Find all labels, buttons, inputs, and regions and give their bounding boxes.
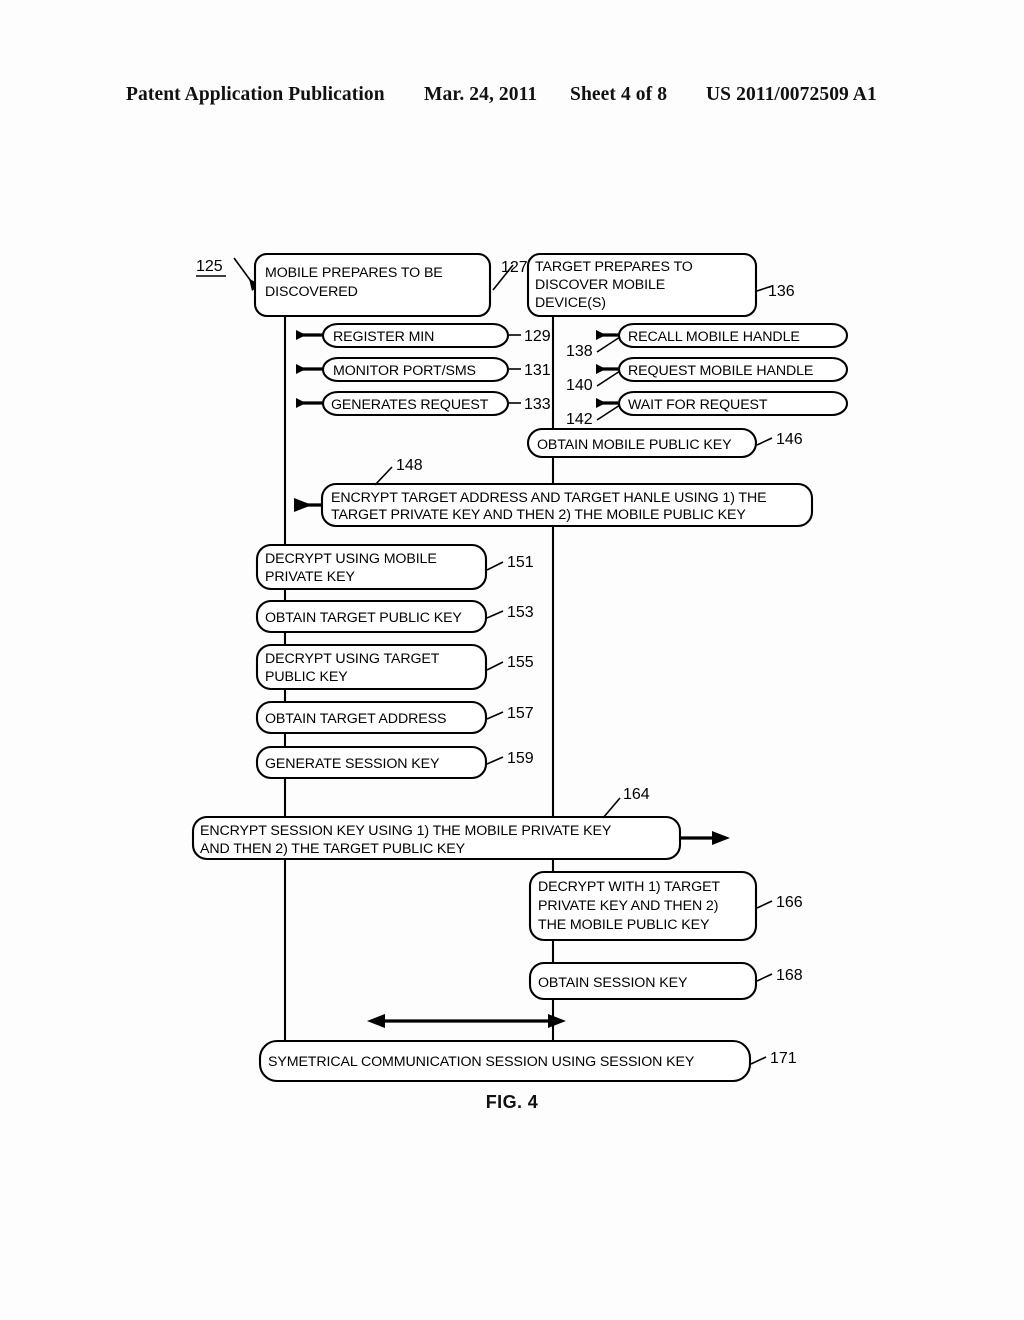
target-obtain-session-key-box: OBTAIN SESSION KEY 168 <box>528 961 803 1001</box>
target-obtain-session-key-label: OBTAIN SESSION KEY <box>538 975 688 991</box>
encrypt-target-address-line1: ENCRYPT TARGET ADDRESS AND TARGET HANLE … <box>331 490 767 506</box>
target-lane-title-line3: DEVICE(S) <box>535 295 606 311</box>
target-step-140-label: REQUEST MOBILE HANDLE <box>628 363 813 379</box>
target-lane-box: TARGET PREPARES TO DISCOVER MOBILE DEVIC… <box>526 252 795 318</box>
mobile-step-129-label: REGISTER MIN <box>333 329 434 345</box>
mobile-step-133-label: GENERATES REQUEST <box>331 397 489 413</box>
mobile-chain-151: DECRYPT USING MOBILE PRIVATE KEY 151 <box>255 543 534 591</box>
mobile-chain-155-ref: 155 <box>507 654 534 671</box>
mobile-chain-153: OBTAIN TARGET PUBLIC KEY 153 <box>255 599 534 634</box>
patent-page: Patent Application Publication Mar. 24, … <box>0 0 1024 1320</box>
mobile-chain-153-ref: 153 <box>507 604 534 621</box>
encrypt-session-key-ref: 164 <box>623 786 650 803</box>
mobile-step-129-ref: 129 <box>524 328 551 345</box>
target-lane-title-line1: TARGET PREPARES TO <box>535 259 693 275</box>
flowchart-figure: 125 MOBILE PREPARES TO BE DISCOVERED 127… <box>191 252 849 1083</box>
final-session-box: SYMETRICAL COMMUNICATION SESSION USING S… <box>258 1039 797 1083</box>
final-session-label: SYMETRICAL COMMUNICATION SESSION USING S… <box>268 1054 695 1070</box>
mobile-chain-151-ref: 151 <box>507 554 534 571</box>
mobile-chain-153-line1: OBTAIN TARGET PUBLIC KEY <box>265 610 462 626</box>
target-lane-ref: 136 <box>768 283 795 300</box>
target-step-140-ref: 140 <box>566 377 593 394</box>
mobile-chain-155: DECRYPT USING TARGET PUBLIC KEY 155 <box>255 643 534 691</box>
mobile-step-129: REGISTER MIN 129 <box>296 322 551 349</box>
mobile-chain-155-line2: PUBLIC KEY <box>265 669 348 685</box>
figure-caption: FIG. 4 <box>485 1092 539 1112</box>
encrypt-session-key-line2: AND THEN 2) THE TARGET PUBLIC KEY <box>200 841 466 857</box>
target-step-142-ref: 142 <box>566 411 593 428</box>
target-step-140: REQUEST MOBILE HANDLE 140 <box>566 356 849 394</box>
mobile-step-133: GENERATES REQUEST 133 <box>296 390 551 417</box>
figure-ref-125-label: 125 <box>196 258 223 275</box>
mobile-lane-box: MOBILE PREPARES TO BE DISCOVERED 127 <box>253 252 528 318</box>
mobile-step-133-ref: 133 <box>524 396 551 413</box>
mobile-chain-159: GENERATE SESSION KEY 159 <box>255 745 534 780</box>
mobile-lane-title-line1: MOBILE PREPARES TO BE <box>265 265 443 281</box>
encrypt-session-key-box: ENCRYPT SESSION KEY USING 1) THE MOBILE … <box>191 786 730 861</box>
target-decrypt-box: DECRYPT WITH 1) TARGET PRIVATE KEY AND T… <box>528 870 803 942</box>
target-decrypt-line1: DECRYPT WITH 1) TARGET <box>538 879 720 895</box>
mobile-chain-157-line1: OBTAIN TARGET ADDRESS <box>265 711 446 727</box>
target-obtain-public-key-box: OBTAIN MOBILE PUBLIC KEY 146 <box>526 427 803 459</box>
target-decrypt-line2: PRIVATE KEY AND THEN 2) <box>538 898 718 914</box>
mobile-step-131: MONITOR PORT/SMS 131 <box>296 356 551 383</box>
target-obtain-public-key-ref: 146 <box>776 431 803 448</box>
target-step-142: WAIT FOR REQUEST 142 <box>566 390 849 428</box>
target-obtain-public-key-label: OBTAIN MOBILE PUBLIC KEY <box>537 437 732 453</box>
mobile-chain-151-line2: PRIVATE KEY <box>265 569 355 585</box>
target-step-138-ref: 138 <box>566 343 593 360</box>
mobile-lane-title-line2: DISCOVERED <box>265 284 358 300</box>
target-decrypt-ref: 166 <box>776 894 803 911</box>
encrypt-target-address-line2: TARGET PRIVATE KEY AND THEN 2) THE MOBIL… <box>331 507 746 523</box>
target-decrypt-line3: THE MOBILE PUBLIC KEY <box>538 917 710 933</box>
mobile-chain-157: OBTAIN TARGET ADDRESS 157 <box>255 700 534 735</box>
mobile-chain-159-line1: GENERATE SESSION KEY <box>265 756 440 772</box>
target-step-138-label: RECALL MOBILE HANDLE <box>628 329 800 345</box>
encrypt-session-key-line1: ENCRYPT SESSION KEY USING 1) THE MOBILE … <box>200 823 612 839</box>
mobile-chain-157-ref: 157 <box>507 705 534 722</box>
figure-ref-125: 125 <box>196 257 261 291</box>
mobile-chain-151-line1: DECRYPT USING MOBILE <box>265 551 437 567</box>
encrypt-target-address-ref: 148 <box>396 457 423 474</box>
mobile-lane-ref: 127 <box>501 259 528 276</box>
target-lane-title-line2: DISCOVER MOBILE <box>535 277 665 293</box>
mobile-step-131-label: MONITOR PORT/SMS <box>333 363 476 379</box>
mobile-step-131-ref: 131 <box>524 362 551 379</box>
target-step-138: RECALL MOBILE HANDLE 138 <box>566 322 849 360</box>
final-session-ref: 171 <box>770 1050 797 1067</box>
target-obtain-session-key-ref: 168 <box>776 967 803 984</box>
target-step-142-label: WAIT FOR REQUEST <box>628 397 768 413</box>
mobile-chain-155-line1: DECRYPT USING TARGET <box>265 651 440 667</box>
mobile-chain-159-ref: 159 <box>507 750 534 767</box>
